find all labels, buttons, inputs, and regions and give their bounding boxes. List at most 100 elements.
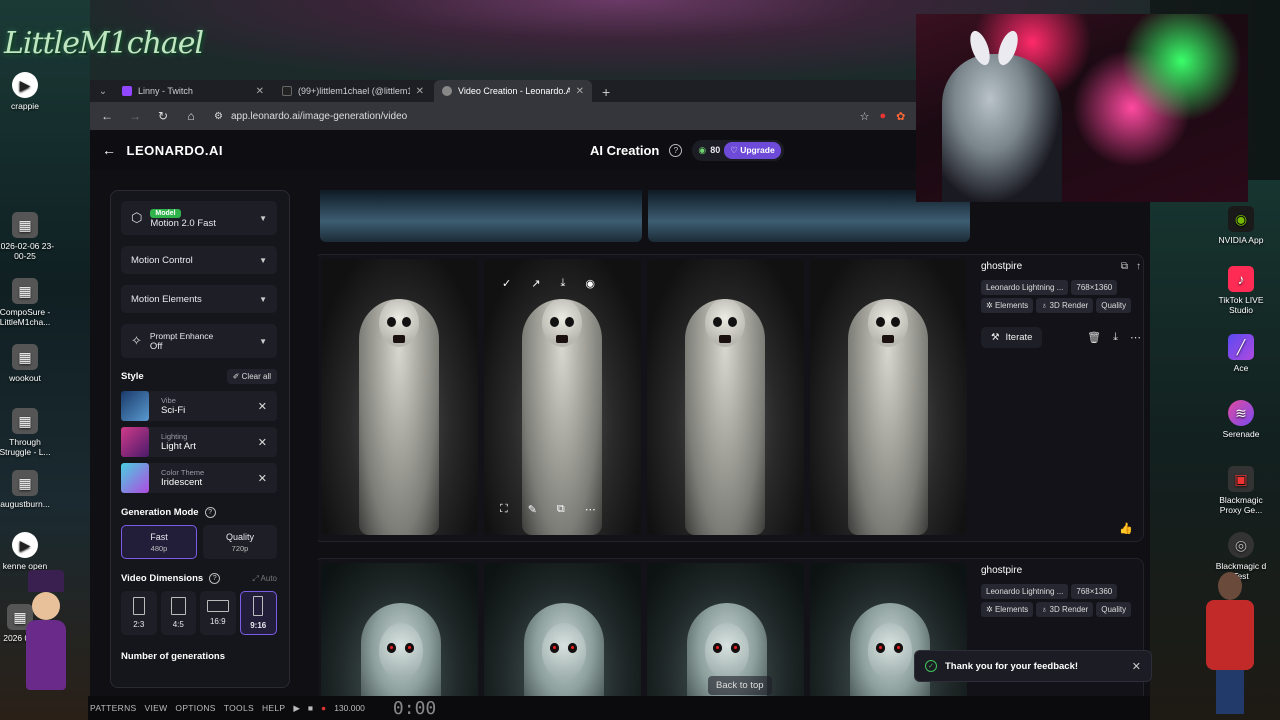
new-tab-button[interactable]: + — [594, 84, 618, 100]
desktop-icon-wookout[interactable]: ▦ wookout — [0, 344, 57, 383]
back-icon[interactable]: ← — [98, 109, 116, 123]
close-icon[interactable]: ✕ — [576, 86, 584, 97]
style-value: Sci-Fi — [161, 405, 186, 416]
select-check-icon[interactable]: ✓ — [502, 277, 511, 290]
webcam-overlay — [916, 14, 1248, 202]
clear-all-button[interactable]: ✐ Clear all — [226, 369, 277, 384]
tag-dimensions: 768×1360 — [1071, 280, 1118, 295]
dimension-2-3-button[interactable]: 2:3 — [121, 591, 157, 635]
more-options-icon[interactable]: ⋯ — [1130, 331, 1141, 344]
generated-image[interactable] — [321, 563, 478, 703]
back-to-top-button[interactable]: Back to top — [708, 676, 772, 695]
desktop-icon-kenne[interactable]: ▶ kenne open — [0, 532, 57, 571]
generated-image[interactable] — [484, 563, 641, 703]
info-icon[interactable]: ? — [209, 573, 221, 584]
menu-tools[interactable]: TOOLS — [224, 703, 254, 713]
generated-image[interactable] — [810, 563, 967, 703]
more-icon[interactable]: ⋯ — [585, 503, 596, 516]
token-balance[interactable]: ◉ 80 ♡ Upgrade — [692, 139, 784, 161]
remove-icon[interactable]: ✕ — [258, 436, 267, 449]
extension-icon[interactable]: ● — [879, 110, 886, 122]
arrow-up-icon[interactable]: ↑ — [1136, 261, 1141, 280]
ghost-eye — [713, 317, 722, 327]
style-category: Lighting — [161, 432, 188, 441]
play-icon[interactable]: ▶ — [293, 703, 300, 714]
style-item-color-theme[interactable]: Color Theme Iridescent ✕ — [121, 463, 277, 493]
model-badge: Model — [150, 209, 181, 218]
delete-icon[interactable]: 🗑 — [1087, 331, 1101, 344]
dimension-4-5-button[interactable]: 4:5 — [160, 591, 196, 635]
help-icon[interactable]: ? — [669, 143, 683, 157]
desktop-icon-augustburn[interactable]: ▦ augustburn... — [0, 470, 57, 509]
tempo-display[interactable]: 130.000 — [334, 703, 365, 713]
menu-patterns[interactable]: PATTERNS — [90, 703, 136, 713]
info-icon[interactable]: ? — [204, 507, 216, 518]
close-icon[interactable]: ✕ — [1132, 660, 1141, 673]
home-icon[interactable]: ⌂ — [182, 109, 200, 123]
record-icon[interactable]: ● — [321, 703, 326, 713]
reload-icon[interactable]: ↻ — [154, 109, 172, 123]
prompt-enhance-label: Prompt Enhance — [149, 330, 214, 341]
generated-image-hovered[interactable]: ✓ ↗ ⤓ ◉ ⛶ ✎ ⧉ ⋯ — [484, 259, 641, 535]
motion-control-dropdown[interactable]: Motion Control ▼ — [121, 246, 277, 274]
generated-image[interactable] — [321, 259, 478, 535]
generated-image[interactable] — [810, 259, 967, 535]
remove-icon[interactable]: ✕ — [258, 400, 267, 413]
tag-elements: ✲ Elements — [981, 298, 1034, 313]
desktop-icon-through-struggle[interactable]: ▦ Through Struggle - L... — [0, 408, 57, 457]
model-dropdown[interactable]: ⬡ Model Motion 2.0 Fast ▼ — [121, 201, 277, 235]
mode-quality-button[interactable]: Quality 720p — [203, 525, 277, 559]
prompt-enhance-dropdown[interactable]: ✧ Prompt Enhance Off ▼ — [121, 324, 277, 358]
desktop-icon-tiktok-live[interactable]: ♪ TikTok LIVE Studio — [1209, 266, 1273, 315]
tab-twitch[interactable]: Linny - Twitch ✕ — [114, 80, 272, 102]
iterate-button[interactable]: ⚒ Iterate — [981, 327, 1043, 348]
dimension-9-16-button[interactable]: 9:16 — [239, 591, 277, 635]
forward-icon[interactable]: → — [126, 109, 144, 123]
copy-icon[interactable]: ⧉ — [1121, 261, 1128, 280]
generated-image[interactable] — [320, 190, 642, 242]
close-icon[interactable]: ✕ — [416, 86, 424, 97]
url-field[interactable]: ⚙ app.leonardo.ai/image-generation/video — [210, 105, 850, 127]
brand: ← LEONARDO.AI — [102, 142, 223, 158]
stop-icon[interactable]: ■ — [308, 703, 313, 713]
style-item-lighting[interactable]: Lighting Light Art ✕ — [121, 427, 277, 457]
share-icon[interactable]: ↗ — [531, 277, 540, 290]
upgrade-button[interactable]: ♡ Upgrade — [724, 141, 781, 159]
desktop-icon-nvidia[interactable]: ◉ NVIDIA App — [1209, 206, 1273, 245]
chevron-down-icon: ▼ — [259, 294, 267, 304]
desktop-icon-serenade[interactable]: ≋ Serenade — [1209, 400, 1273, 439]
back-arrow-icon[interactable]: ← — [102, 142, 117, 158]
tab-leonardo[interactable]: Video Creation - Leonardo.Ai Ai... ✕ — [434, 80, 592, 102]
bookmark-star-icon[interactable]: ☆ — [860, 110, 870, 123]
menu-help[interactable]: HELP — [262, 703, 285, 713]
download-all-icon[interactable]: ⤓ — [1113, 331, 1118, 344]
upscale-icon[interactable]: ⛶ — [500, 503, 508, 516]
mode-label: Fast — [150, 531, 168, 542]
motion-elements-dropdown[interactable]: Motion Elements ▼ — [121, 285, 277, 313]
desktop-icon-blackmagic-proxy[interactable]: ▣ Blackmagic Proxy Ge... — [1209, 466, 1273, 515]
ghost-eye — [876, 317, 885, 327]
desktop-icon-crappie[interactable]: ▶ crappie — [0, 72, 57, 111]
open-icon[interactable]: ⧉ — [557, 503, 565, 516]
style-item-vibe[interactable]: Vibe Sci-Fi ✕ — [121, 391, 277, 421]
visibility-icon[interactable]: ◉ — [585, 277, 595, 290]
download-icon[interactable]: ⤓ — [560, 277, 565, 290]
desktop-icon-composure[interactable]: ▦ CompoSure - LittleM1cha... — [0, 278, 57, 327]
site-info-icon[interactable]: ⚙ — [214, 111, 223, 122]
tab-tiktok[interactable]: (99+)littlem1chael (@littlem1ch... ✕ — [274, 80, 432, 102]
menu-options[interactable]: OPTIONS — [175, 703, 215, 713]
auto-button[interactable]: ⤢ Auto — [252, 574, 277, 584]
remove-icon[interactable]: ✕ — [258, 472, 267, 485]
tab-search-icon[interactable]: ⌄ — [94, 82, 112, 100]
dimension-16-9-button[interactable]: 16:9 — [200, 591, 236, 635]
thumbs-up-icon[interactable]: 👍 — [1119, 522, 1133, 535]
edit-icon[interactable]: ✎ — [528, 503, 537, 516]
token-coin-icon: ◉ — [698, 144, 707, 155]
close-icon[interactable]: ✕ — [256, 86, 264, 97]
desktop-icon-ace[interactable]: ╱ Ace — [1209, 334, 1273, 373]
mode-fast-button[interactable]: Fast 480p — [121, 525, 197, 559]
extension-icon[interactable]: ✿ — [896, 110, 905, 123]
desktop-icon-recording[interactable]: ▦ 2026-02-06 23-00-25 — [0, 212, 57, 261]
menu-view[interactable]: VIEW — [144, 703, 167, 713]
generated-image[interactable] — [647, 259, 804, 535]
